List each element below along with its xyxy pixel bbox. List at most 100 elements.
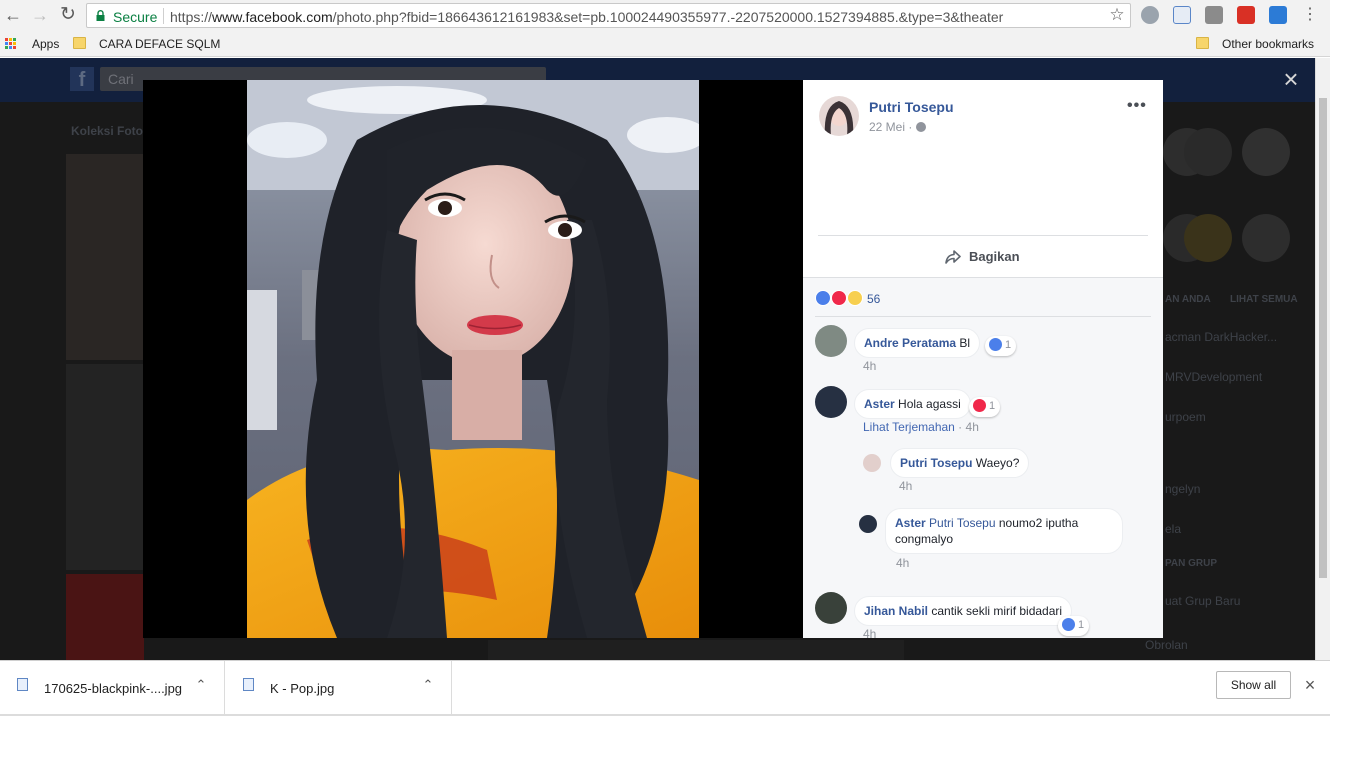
other-bookmarks[interactable]: Other bookmarks [1222,37,1314,51]
like-icon [815,290,831,306]
love-icon [831,290,847,306]
replier-avatar[interactable] [859,515,877,533]
story-avatar [1184,214,1232,262]
mention-link[interactable]: Putri Tosepu [929,516,996,530]
post-author-name[interactable]: Putri Tosepu [869,99,954,115]
story-avatar [1242,214,1290,262]
folder-icon [73,37,86,49]
comment-text: cantik sekli mirif bidadari [931,604,1063,618]
download-item[interactable]: K - Pop.jpg ⌃ [226,661,452,715]
bookmark-star-icon[interactable]: ☆ [1108,6,1126,24]
extension-shield-icon[interactable] [1141,6,1159,24]
author-avatar[interactable] [819,96,859,136]
extension-translate-icon[interactable] [1173,6,1191,24]
address-bar[interactable]: Secure https://www.facebook.com/photo.ph… [86,3,1131,28]
download-filename: 170625-blackpink-....jpg [44,681,183,696]
comment-reaction-count: 1 [1078,619,1085,631]
comment-bubble: Andre Peratama Bl [854,328,981,358]
side-list-item: acman DarkHacker... [1165,330,1278,344]
main-photo[interactable] [247,80,699,638]
secure-label: Secure [113,9,158,25]
share-label: Bagikan [969,249,1020,264]
comment-reaction-count: 1 [989,400,996,412]
camera-extension-icon[interactable] [1205,6,1223,24]
commenter-avatar[interactable] [815,386,847,418]
love-icon [973,399,986,412]
forward-arrow-icon[interactable]: → [29,4,51,26]
more-options-icon[interactable]: ••• [1127,97,1147,115]
wow-icon [847,290,863,306]
url-host: www.facebook.com [212,9,333,25]
photo-strip [488,640,904,660]
reply-time[interactable]: 4h [899,479,912,493]
like-icon [989,338,1002,351]
commenter-name[interactable]: Andre Peratama [864,336,956,350]
download-filename: K - Pop.jpg [270,681,335,696]
side-heading: PAN GRUP [1165,558,1218,569]
see-all-link: LIHAT SEMUA [1230,294,1298,305]
share-button[interactable]: Bagikan [938,244,1048,270]
apps-grid-icon[interactable] [5,38,17,50]
reply-time[interactable]: 4h [896,556,909,570]
comment-reaction-badge[interactable]: 1 [985,336,1017,356]
close-photo-icon[interactable]: × [1280,66,1302,92]
menu-kebab-icon[interactable]: ⋮ [1299,4,1321,26]
comment-text: Hola agassi [898,397,961,411]
story-avatar [1242,128,1290,176]
commenter-avatar[interactable] [815,592,847,624]
selfie-photo [247,80,699,638]
photo-thumbnail [66,364,144,570]
replier-name[interactable]: Putri Tosepu [900,456,972,470]
commenter-name[interactable]: Aster [864,397,895,411]
commenter-avatar[interactable] [815,325,847,357]
commenter-name[interactable]: Jihan Nabil [864,604,928,618]
side-list-item: ela [1165,522,1182,536]
divider [818,235,1148,236]
comment-time[interactable]: 4h [863,627,876,638]
extension-s-icon[interactable] [1269,6,1287,24]
download-item[interactable]: 170625-blackpink-....jpg ⌃ [0,661,225,715]
replier-avatar[interactable] [863,454,881,472]
comment-reaction-badge[interactable]: 1 [969,397,1001,417]
downloads-bar: 170625-blackpink-....jpg ⌃ K - Pop.jpg ⌃… [0,660,1330,716]
image-file-icon [17,678,28,691]
page-scrollbar[interactable] [1315,58,1330,660]
collection-heading: Koleksi Foto [71,124,144,138]
comment-bubble: Jihan Nabil cantik sekli mirif bidadari [854,596,1073,626]
photo-side-panel: Putri Tosepu 22 Mei · ••• Bagikan 56 And… [803,80,1163,638]
ublock-icon[interactable] [1237,6,1255,24]
back-arrow-icon[interactable]: ← [2,4,24,26]
comment-reaction-count: 1 [1005,339,1012,351]
url-path: /photo.php?fbid=186643612161983&set=pb.1… [332,9,1004,25]
replier-name[interactable]: Aster [895,516,926,530]
post-date[interactable]: 22 Mei · [869,120,912,134]
see-translation-link[interactable]: Lihat Terjemahan [863,420,955,434]
omnibox-divider [163,8,164,24]
comment-reaction-badge[interactable]: 1 [1058,616,1090,636]
scroll-thumb[interactable] [1319,98,1327,578]
reload-icon[interactable]: ↻ [57,4,79,26]
side-list-item: ngelyn [1165,482,1201,496]
comments-section: 56 Andre Peratama Bl 1 4h Aster Hola aga… [803,277,1163,638]
url-scheme: https:// [170,9,213,25]
comment-bubble: Aster Hola agassi [854,389,971,419]
comment-time[interactable]: 4h [863,359,876,373]
photo-thumbnail [66,154,144,360]
folder-icon [1196,37,1209,49]
chevron-up-icon[interactable]: ⌃ [193,677,209,693]
bookmark-item[interactable]: CARA DEFACE SQLM [99,37,220,51]
close-downloads-icon[interactable]: × [1300,675,1320,695]
comment-meta: Lihat Terjemahan · 4h [863,420,979,434]
chevron-up-icon[interactable]: ⌃ [420,677,436,693]
comment-time[interactable]: 4h [966,420,979,434]
reply-bubble: Aster Putri Tosepu noumo2 iputha congmal… [885,508,1123,554]
photo-thumbnail [66,574,144,660]
browser-toolbar: ← → ↻ Secure https://www.facebook.com/ph… [0,0,1330,32]
apps-label[interactable]: Apps [32,37,59,51]
comment-text: Bl [959,336,971,350]
share-icon [945,250,961,264]
show-all-button[interactable]: Show all [1216,671,1291,699]
lock-icon [96,10,105,21]
facebook-logo-icon: f [70,67,94,91]
url-text[interactable]: https://www.facebook.com/photo.php?fbid=… [170,9,1003,25]
